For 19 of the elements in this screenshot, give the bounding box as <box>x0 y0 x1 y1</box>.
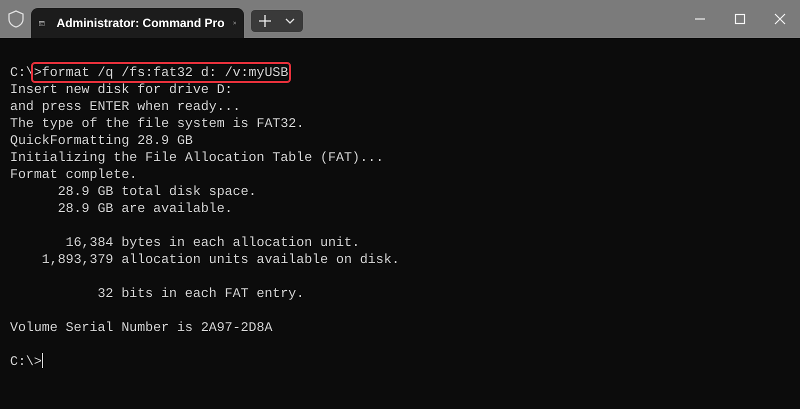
output-line: Format complete. <box>10 167 138 182</box>
output-line: 1,893,379 allocation units available on disk. <box>40 252 400 267</box>
terminal-tab[interactable]: Administrator: Command Pro <box>31 8 244 38</box>
shield-icon[interactable] <box>8 10 24 28</box>
tab-title: Administrator: Command Pro <box>56 15 225 32</box>
plus-icon[interactable] <box>259 15 271 27</box>
output-line: 28.9 GB total disk space. <box>56 184 256 199</box>
output-line: QuickFormatting 28.9 GB <box>10 133 193 148</box>
output-line: 28.9 GB are available. <box>56 201 233 216</box>
prompt-text: C:\> <box>10 354 42 369</box>
dropdown-caret-icon[interactable] <box>285 18 295 24</box>
output-line: The type of the file system is FAT32. <box>10 116 304 131</box>
command-text: >format /q /fs:fat32 d: /v:myUSB <box>34 65 288 80</box>
output-line: 16,384 bytes in each allocation unit. <box>64 235 360 250</box>
output-line: Insert new disk for drive D: <box>10 82 233 97</box>
output-line: Initializing the File Allocation Table (FAT)... <box>10 150 384 165</box>
output-line: and press ENTER when ready... <box>10 99 241 114</box>
output-line: 32 bits in each FAT entry. <box>96 286 304 301</box>
output-line: Volume Serial Number is 2A97-2D8A <box>10 320 272 335</box>
